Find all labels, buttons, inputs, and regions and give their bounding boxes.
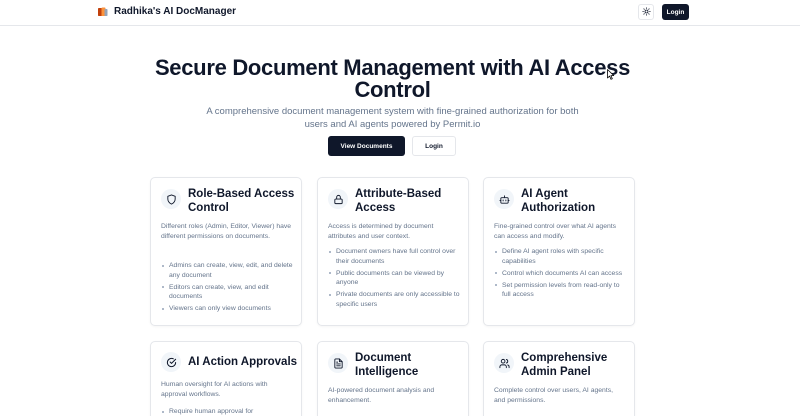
list-item: Define AI agent roles with specific capa… (494, 247, 628, 266)
card-bullets: Document owners have full control over t… (328, 247, 462, 312)
hero-subtitle: A comprehensive document management syst… (206, 106, 579, 130)
card-description: AI-powered document analysis and enhance… (328, 387, 435, 404)
list-item: Require human approval for (161, 407, 295, 416)
hero-login-button[interactable]: Login (412, 136, 456, 156)
card-bullets: Require human approval for (161, 407, 295, 416)
list-item: Admins can create, view, edit, and delet… (161, 261, 295, 280)
file-text-icon (328, 353, 348, 373)
list-item: Document owners have full control over t… (328, 247, 462, 266)
card-title: AI Agent Authorization (521, 188, 596, 214)
list-item: Editors can create, view, and edit docum… (161, 283, 295, 302)
card-description: Access is determined by document attribu… (328, 223, 434, 240)
navbar: Radhika's AI DocManager Login (0, 0, 800, 26)
card-title: AI Action Approvals (188, 356, 298, 368)
card-title: Comprehensive Admin Panel (521, 352, 608, 378)
view-documents-button[interactable]: View Documents (328, 136, 405, 156)
card-description: Fine-grained control over what AI agents… (494, 223, 617, 240)
card-bullets: Define AI agent roles with specific capa… (494, 247, 628, 302)
list-item: Viewers can only view documents (161, 304, 295, 314)
lock-icon (328, 189, 348, 209)
hero-title: Secure Document Management with AI Acces… (154, 55, 631, 102)
feature-card-ai-agent: AI Agent Authorization Fine-grained cont… (483, 177, 635, 326)
nav-login-button[interactable]: Login (662, 4, 689, 20)
card-title: Attribute-Based Access (355, 188, 442, 214)
feature-card-ai-approvals: AI Action Approvals Human oversight for … (150, 341, 302, 416)
feature-card-abac: Attribute-Based Access Access is determi… (317, 177, 469, 326)
list-item: Control which documents AI can access (494, 269, 628, 279)
card-description: Human oversight for AI actions with appr… (161, 381, 268, 398)
card-title: Document Intelligence (355, 352, 419, 378)
sun-icon (641, 3, 651, 21)
feature-card-admin-panel: Comprehensive Admin Panel Complete contr… (483, 341, 635, 416)
theme-toggle-button[interactable] (638, 4, 654, 20)
check-circle-icon (161, 352, 181, 372)
feature-card-rbac: Role-Based Access Control Different role… (150, 177, 302, 326)
users-icon (494, 353, 514, 373)
card-bullets: Admins can create, view, edit, and delet… (161, 261, 295, 316)
card-description: Complete control over users, AI agents, … (494, 387, 614, 404)
mouse-cursor-icon (607, 67, 615, 85)
card-description: Different roles (Admin, Editor, Viewer) … (161, 223, 292, 240)
list-item: Set permission levels from read-only to … (494, 281, 628, 300)
list-item: Public documents can be viewed by anyone (328, 269, 462, 288)
book-logo-icon (97, 5, 109, 17)
card-title: Role-Based Access Control (188, 188, 295, 214)
brand-title: Radhika's AI DocManager (114, 5, 237, 17)
brand[interactable]: Radhika's AI DocManager (97, 5, 236, 17)
list-item: Private documents are only accessible to… (328, 290, 462, 309)
feature-card-doc-intelligence: Document Intelligence AI-powered documen… (317, 341, 469, 416)
shield-icon (161, 189, 181, 209)
bot-icon (494, 189, 514, 209)
